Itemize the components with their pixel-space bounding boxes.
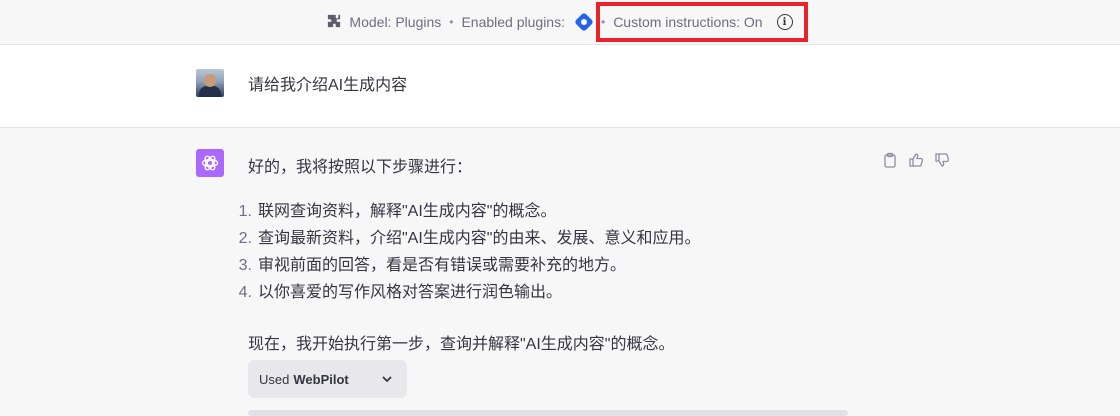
- plugin-name: WebPilot: [293, 371, 349, 387]
- highlight-annotation: [596, 2, 808, 42]
- assistant-status-text: 现在，我开始执行第一步，查询并解释"AI生成内容"的概念。: [248, 336, 675, 353]
- chevron-down-icon: [381, 373, 393, 388]
- plugin-used-dropdown[interactable]: Used WebPilot: [248, 360, 407, 398]
- list-item: 1. 联网查询资料，解释"AI生成内容"的概念。: [238, 203, 557, 220]
- clipboard-icon[interactable]: [882, 152, 898, 168]
- separator: •: [449, 15, 454, 29]
- thumbs-up-icon[interactable]: [908, 152, 924, 168]
- truncated-text-line: [248, 410, 848, 416]
- thumbs-down-icon[interactable]: [934, 152, 950, 168]
- conversation-header: Model: Plugins • Enabled plugins: • Cust…: [0, 0, 1120, 45]
- list-item: 4. 以你喜爱的写作风格对答案进行润色输出。: [238, 284, 563, 301]
- steps-list: 1. 联网查询资料，解释"AI生成内容"的概念。 2. 查询最新资料，介绍"AI生成…: [230, 198, 701, 306]
- enabled-plugins-label: Enabled plugins:: [461, 14, 565, 30]
- webpilot-plugin-icon[interactable]: [574, 12, 594, 32]
- list-item: 2. 查询最新资料，介绍"AI生成内容"的由来、发展、意义和应用。: [238, 230, 701, 247]
- list-item: 3. 审视前面的回答，看是否有错误或需要补充的地方。: [238, 257, 627, 274]
- user-message-text: 请给我介绍AI生成内容: [248, 77, 408, 94]
- assistant-message: 好的，我将按照以下步骤进行： 1. 联网查询资料，解释"AI生成内容"的概念。 2…: [0, 128, 1120, 416]
- model-label: Model: Plugins: [349, 14, 442, 30]
- plugin-puzzle-icon: [327, 14, 341, 31]
- avatar: [196, 69, 224, 97]
- chatgpt-logo-icon: [196, 149, 224, 177]
- message-actions: [882, 152, 950, 168]
- assistant-intro: 好的，我将按照以下步骤进行：: [248, 159, 473, 176]
- plugin-used-prefix: Used: [259, 371, 290, 387]
- user-message: 请给我介绍AI生成内容: [0, 45, 1120, 128]
